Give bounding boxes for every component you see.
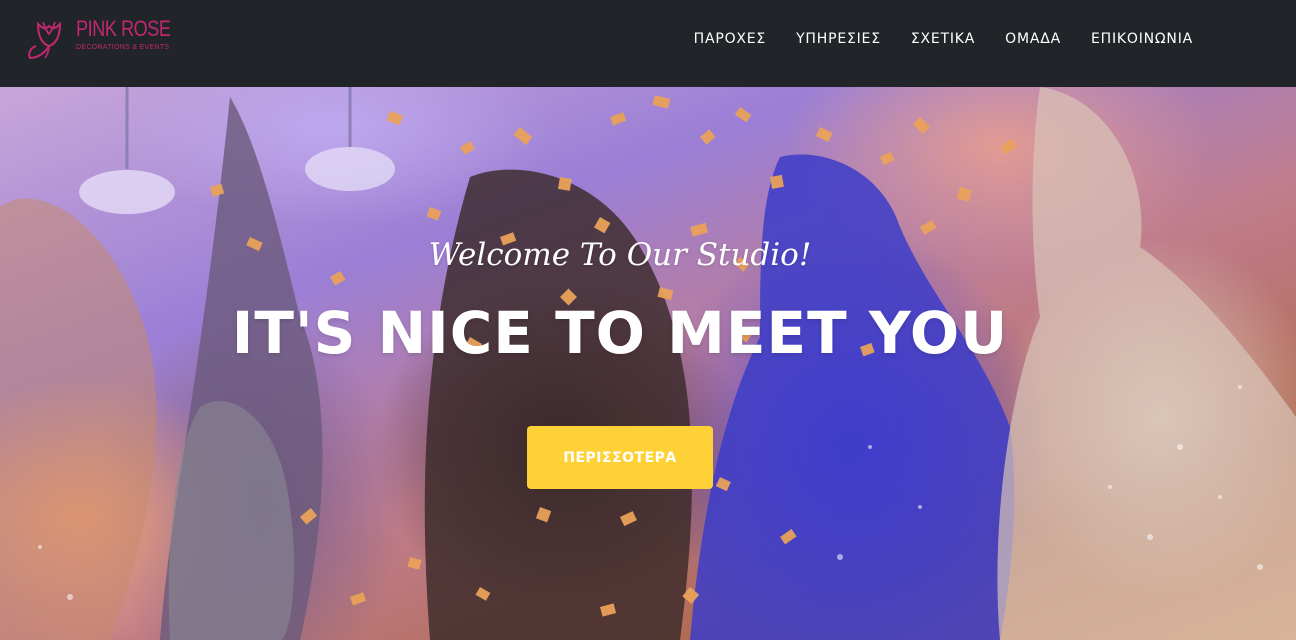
hero-heading: IT'S NICE TO MEET YOU [231, 299, 1009, 367]
rose-logo-icon [28, 21, 62, 60]
nav-item-paroxes: ΠΑΡΟΧΕΣ [679, 29, 781, 49]
more-button[interactable]: ΠΕΡΙΣΣΟΤΕΡΑ [527, 426, 713, 489]
brand-title: PINK ROSE [76, 16, 171, 41]
hero-subheading: Welcome To Our Studio! [428, 237, 812, 273]
brand-logo[interactable]: PINK ROSE DECORATIONS & EVENTS [24, 14, 184, 64]
nav-item-omada: ΟΜΑΔΑ [990, 29, 1076, 49]
hero-content: Welcome To Our Studio! IT'S NICE TO MEET… [0, 87, 1296, 640]
nav-link-omada[interactable]: ΟΜΑΔΑ [990, 29, 1076, 49]
hero-section: Welcome To Our Studio! IT'S NICE TO MEET… [0, 87, 1296, 640]
brand-subtitle: DECORATIONS & EVENTS [76, 44, 170, 51]
nav-item-epikoinonia: ΕΠΙΚΟΙΝΩΝΙΑ [1076, 29, 1208, 49]
nav-link-sxetika[interactable]: ΣΧΕΤΙΚΑ [896, 29, 990, 49]
nav-link-ypiresies[interactable]: ΥΠΗΡΕΣΙΕΣ [781, 29, 896, 49]
nav-item-ypiresies: ΥΠΗΡΕΣΙΕΣ [781, 29, 896, 49]
nav-item-sxetika: ΣΧΕΤΙΚΑ [896, 29, 990, 49]
nav-link-epikoinonia[interactable]: ΕΠΙΚΟΙΝΩΝΙΑ [1076, 29, 1208, 49]
navbar: PINK ROSE DECORATIONS & EVENTS ΠΑΡΟΧΕΣ Υ… [0, 0, 1296, 87]
nav-menu: ΠΑΡΟΧΕΣ ΥΠΗΡΕΣΙΕΣ ΣΧΕΤΙΚΑ ΟΜΑΔΑ ΕΠΙΚΟΙΝΩ… [679, 29, 1208, 49]
nav-link-paroxes[interactable]: ΠΑΡΟΧΕΣ [679, 29, 781, 49]
